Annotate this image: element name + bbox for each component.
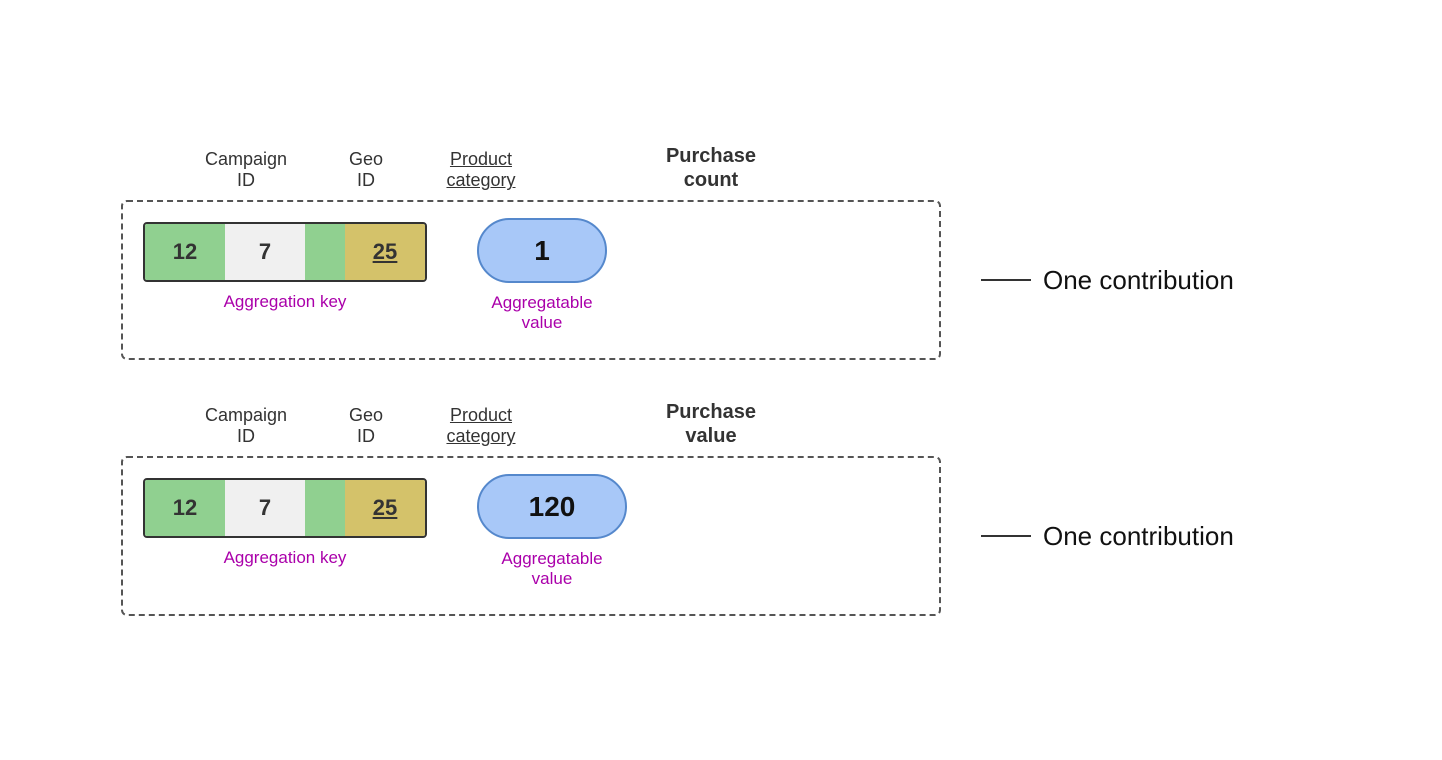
h-line-1 xyxy=(981,279,1031,282)
geo-cell-1b xyxy=(305,224,345,280)
contribution-block-1: CampaignID GeoID Productcategory Purchas… xyxy=(121,144,1321,360)
key-box-2: 12 7 25 xyxy=(143,478,427,538)
col-headers-2: CampaignID GeoID Productcategory Purchas… xyxy=(121,400,1321,448)
header-metric-2: Purchasevalue xyxy=(621,400,801,448)
campaign-cell-2: 12 xyxy=(145,480,225,536)
dashed-box-1: 12 7 25 Aggregation key xyxy=(121,200,941,360)
contribution-label-2: One contribution xyxy=(981,521,1234,552)
h-line-2 xyxy=(981,535,1031,538)
header-campaign-1: CampaignID xyxy=(181,149,311,192)
col-headers-1: CampaignID GeoID Productcategory Purchas… xyxy=(121,144,1321,192)
geo-cell-2b xyxy=(305,480,345,536)
header-campaign-2: CampaignID xyxy=(181,405,311,448)
header-product-2: Productcategory xyxy=(421,405,541,448)
header-geo-1: GeoID xyxy=(311,149,421,192)
geo-cell-1: 7 xyxy=(225,224,305,280)
agg-key-label-1: Aggregation key xyxy=(224,292,347,312)
dashed-box-2: 12 7 25 Aggregation key xyxy=(121,456,941,616)
geo-cell-2: 7 xyxy=(225,480,305,536)
contribution-block-2: CampaignID GeoID Productcategory Purchas… xyxy=(121,400,1321,616)
key-value-area-1: 12 7 25 Aggregation key xyxy=(143,220,607,328)
main-container: CampaignID GeoID Productcategory Purchas… xyxy=(0,0,1442,760)
header-product-1: Productcategory xyxy=(421,149,541,192)
key-box-1: 12 7 25 xyxy=(143,222,427,282)
agg-value-label-1: Aggregatablevalue xyxy=(491,293,592,333)
value-bubble-2: 120 xyxy=(477,474,627,539)
header-metric-1: Purchasecount xyxy=(621,144,801,192)
header-geo-2: GeoID xyxy=(311,405,421,448)
product-cell-2: 25 xyxy=(345,480,425,536)
key-value-area-2: 12 7 25 Aggregation key xyxy=(143,476,627,584)
agg-value-label-2: Aggregatablevalue xyxy=(501,549,602,589)
product-cell-1: 25 xyxy=(345,224,425,280)
value-bubble-1: 1 xyxy=(477,218,607,283)
contribution-label-1: One contribution xyxy=(981,265,1234,296)
campaign-cell-1: 12 xyxy=(145,224,225,280)
agg-key-label-2: Aggregation key xyxy=(224,548,347,568)
